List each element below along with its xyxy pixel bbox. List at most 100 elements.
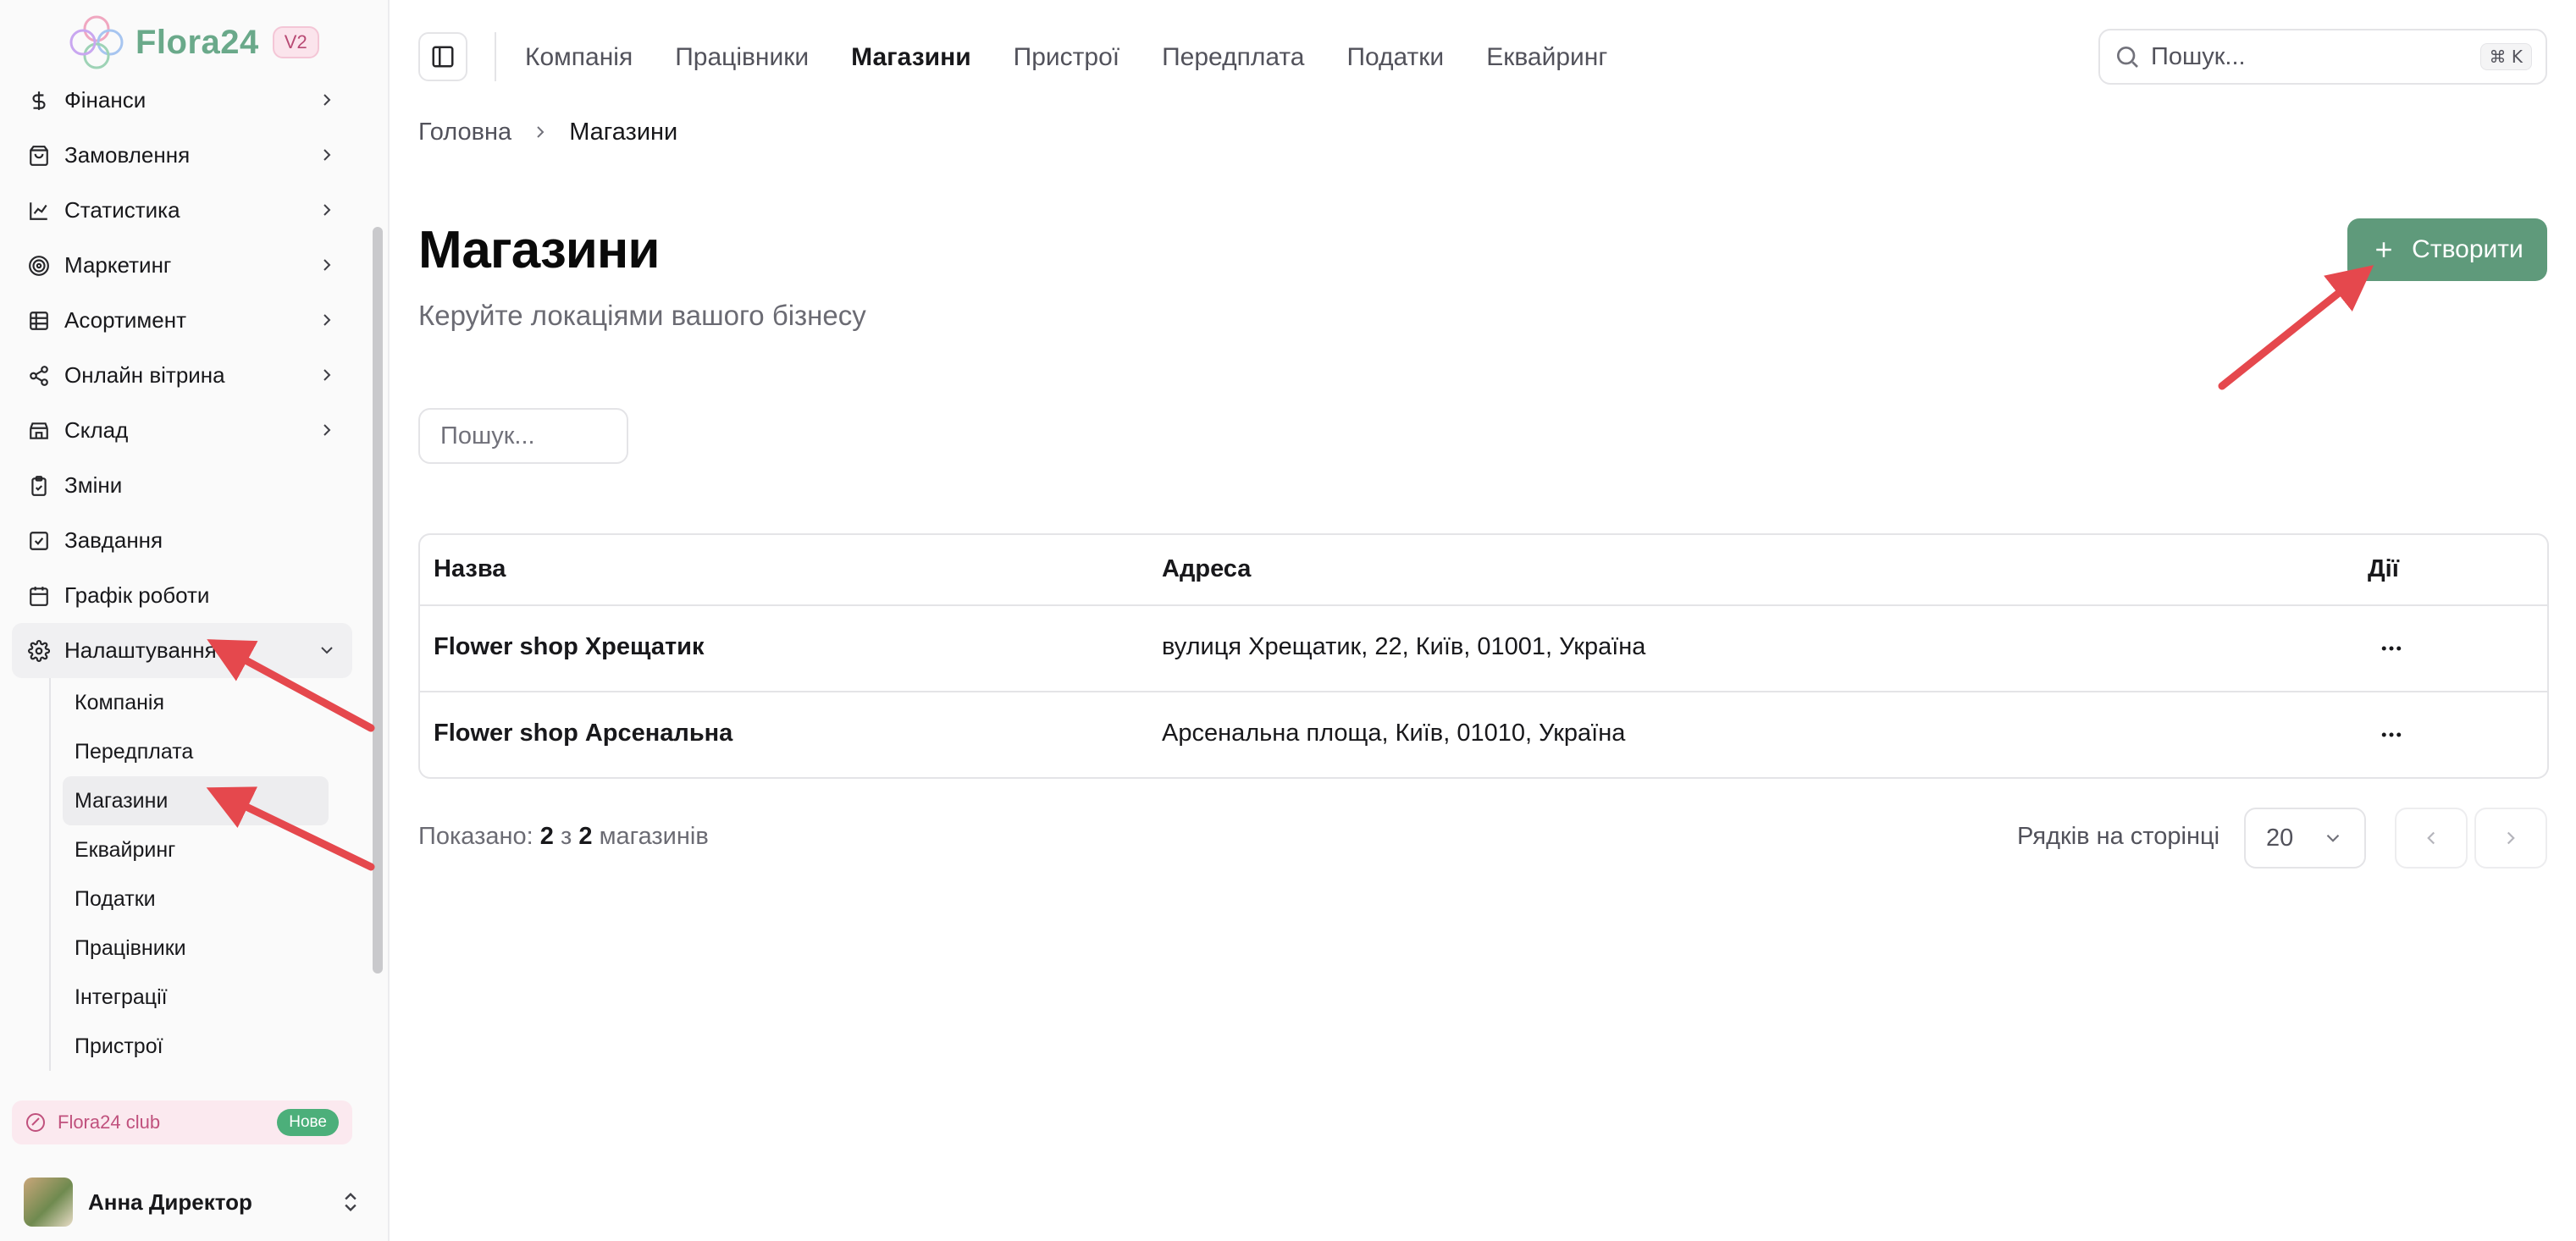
chevron-right-icon: [323, 314, 331, 326]
sidebar-subitem-devices[interactable]: Пристрої: [63, 1022, 329, 1071]
user-menu[interactable]: Анна Директор: [24, 1177, 362, 1227]
sidebar-item-finance[interactable]: Фінанси: [12, 73, 352, 128]
sidebar-item-label: Замовлення: [64, 142, 191, 168]
sidebar-nav: Фінанси Замовлення Статистика Маркетинг …: [12, 73, 352, 1071]
version-badge: V2: [272, 26, 319, 58]
store-name: Flower shop Хрещатик: [434, 633, 705, 660]
sidebar-subitem-employees[interactable]: Працівники: [63, 924, 329, 973]
store-icon: [27, 419, 51, 443]
row-actions-button[interactable]: [2373, 716, 2410, 753]
dollar-icon: [27, 89, 51, 113]
column-header-name: Назва: [434, 555, 506, 582]
more-horizontal-icon: [2381, 732, 2402, 737]
chevron-down-icon: [2326, 834, 2340, 842]
breadcrumb-current: Магазини: [569, 118, 678, 146]
sidebar-item-label: Налаштування: [64, 637, 217, 663]
line-chart-icon: [27, 199, 51, 223]
sidebar-item-orders[interactable]: Замовлення: [12, 128, 352, 183]
store-name: Flower shop Арсенальна: [434, 720, 733, 747]
sidebar-item-label: Завдання: [64, 527, 163, 553]
flower-logo-icon: [69, 15, 124, 69]
sidebar-toggle-button[interactable]: [418, 32, 467, 81]
top-bar: Компанія Працівники Магазини Пристрої Пе…: [390, 0, 2576, 115]
user-name: Анна Директор: [88, 1189, 252, 1215]
chevron-right-icon: [323, 369, 331, 381]
sidebar-item-settings[interactable]: Налаштування: [12, 623, 352, 678]
sidebar-item-tasks[interactable]: Завдання: [12, 513, 352, 568]
tab-devices[interactable]: Пристрої: [1014, 39, 1119, 76]
sidebar-subitem-integrations[interactable]: Інтеграції: [63, 973, 329, 1022]
chevron-right-icon: [2507, 831, 2515, 845]
sidebar-item-marketing[interactable]: Маркетинг: [12, 238, 352, 293]
breadcrumb: Головна Магазини: [418, 115, 677, 149]
global-search[interactable]: ⌘ K: [2098, 29, 2547, 85]
sidebar-item-statistics[interactable]: Статистика: [12, 183, 352, 238]
panel-left-icon: [432, 46, 454, 68]
shown-count: 2: [539, 823, 554, 850]
club-link[interactable]: Flora24 club Нове: [12, 1100, 352, 1144]
shown-suffix: магазинів: [599, 823, 709, 850]
create-button-label: Створити: [2412, 235, 2523, 263]
table-row[interactable]: Flower shop Хрещатик вулиця Хрещатик, 22…: [420, 606, 2547, 692]
page-subtitle: Керуйте локаціями вашого бізнесу: [418, 300, 866, 331]
row-actions-button[interactable]: [2373, 630, 2410, 667]
target-icon: [27, 254, 51, 278]
settings-submenu: Компанія Передплата Магазини Еквайринг П…: [49, 678, 352, 1071]
rows-per-page-select[interactable]: 20: [2244, 808, 2366, 869]
chevron-right-icon: [323, 259, 331, 271]
search-icon: [2117, 47, 2138, 68]
sidebar-subitem-taxes[interactable]: Податки: [63, 874, 329, 924]
sidebar: Flora24 V2 Фінанси Замовлення Статистика…: [0, 0, 390, 1241]
breadcrumb-home[interactable]: Головна: [418, 119, 511, 146]
global-search-input[interactable]: [2151, 42, 2480, 71]
clipboard-check-icon: [27, 474, 51, 498]
sidebar-subitem-stores[interactable]: Магазини: [63, 776, 329, 825]
club-label: Flora24 club: [58, 1111, 161, 1133]
tab-employees[interactable]: Працівники: [675, 39, 809, 76]
more-horizontal-icon: [2381, 646, 2402, 651]
create-button[interactable]: Створити: [2347, 218, 2547, 281]
sidebar-item-warehouse[interactable]: Склад: [12, 403, 352, 458]
stores-search-input[interactable]: [418, 408, 628, 464]
table-row[interactable]: Flower shop Арсенальна Арсенальна площа,…: [420, 692, 2547, 777]
chevron-right-icon: [323, 94, 331, 106]
chevron-left-icon: [2427, 831, 2435, 845]
gear-icon: [27, 639, 51, 663]
sidebar-item-schedule[interactable]: Графік роботи: [12, 568, 352, 623]
arrow-to-create: [2218, 265, 2374, 390]
sidebar-item-assortment[interactable]: Асортимент: [12, 293, 352, 348]
sidebar-item-label: Онлайн вітрина: [64, 362, 225, 388]
chevron-right-icon: [537, 126, 544, 138]
tab-company[interactable]: Компанія: [525, 39, 633, 76]
sidebar-item-label: Фінанси: [64, 87, 146, 113]
tab-taxes[interactable]: Податки: [1346, 39, 1444, 76]
shortcut-hint: ⌘ K: [2479, 43, 2532, 70]
calendar-icon: [27, 584, 51, 608]
tab-stores[interactable]: Магазини: [851, 39, 971, 76]
rows-per-page-value: 20: [2266, 824, 2294, 852]
sidebar-subitem-subscription[interactable]: Передплата: [63, 727, 329, 776]
table-header: Назва Адреса Дії: [420, 535, 2547, 606]
tab-acquiring[interactable]: Еквайринг: [1486, 39, 1607, 76]
plus-icon: [2376, 242, 2391, 257]
shopping-bag-icon: [27, 144, 51, 168]
next-page-button[interactable]: [2474, 808, 2547, 869]
sidebar-scrollbar[interactable]: [373, 227, 383, 973]
chevrons-up-down-icon: [345, 1193, 357, 1211]
tab-subscription[interactable]: Передплата: [1162, 39, 1304, 76]
shown-total: 2: [578, 823, 593, 850]
app-logo[interactable]: Flora24 V2: [66, 12, 319, 73]
rows-per-page-label: Рядків на сторінці: [2017, 823, 2220, 850]
shown-of: з: [561, 823, 572, 850]
sidebar-item-online-store[interactable]: Онлайн вітрина: [12, 348, 352, 403]
sidebar-subitem-acquiring[interactable]: Еквайринг: [63, 825, 329, 874]
rows-shown-text: Показано: 2 з 2 магазинів: [418, 823, 709, 851]
sidebar-item-shifts[interactable]: Зміни: [12, 458, 352, 513]
prev-page-button[interactable]: [2395, 808, 2468, 869]
sidebar-item-label: Графік роботи: [64, 582, 210, 608]
sidebar-item-label: Маркетинг: [64, 252, 172, 278]
app-name: Flora24: [135, 23, 259, 61]
column-header-address: Адреса: [1162, 555, 1252, 582]
sidebar-subitem-company[interactable]: Компанія: [63, 678, 329, 727]
sidebar-item-label: Зміни: [64, 472, 123, 498]
